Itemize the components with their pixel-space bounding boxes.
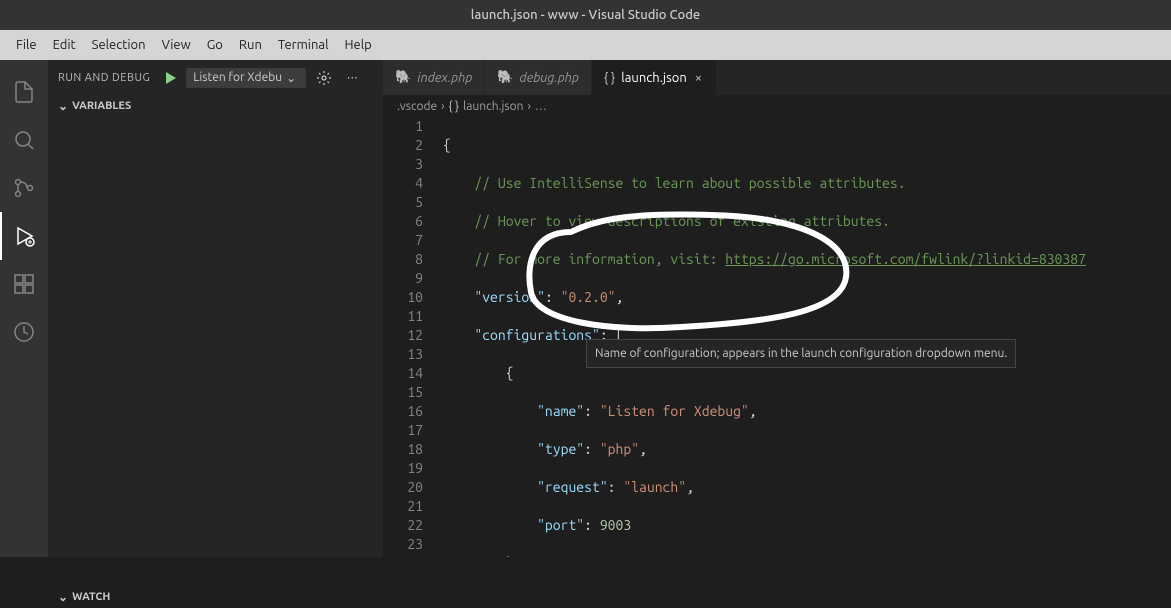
chevron-right-icon: › [528,100,531,113]
tab-index-php[interactable]: 🐘 index.php [383,60,485,95]
menu-go[interactable]: Go [199,34,231,56]
debug-config-label: Listen for Xdebu [193,71,282,84]
tab-label: debug.php [519,71,578,85]
code-content[interactable]: { // Use IntelliSense to learn about pos… [443,117,1171,557]
watch-panel: ⌄ WATCH [48,586,383,608]
menu-selection[interactable]: Selection [84,34,154,56]
watch-label: WATCH [72,591,110,603]
sidebar: RUN AND DEBUG Listen for Xdebu ⌄ ⋯ ⌄ VAR… [48,60,383,557]
php-icon: 🐘 [395,70,411,85]
close-icon[interactable]: × [693,71,704,85]
json-icon: { } [449,100,460,113]
tab-label: launch.json [621,71,686,85]
breadcrumb[interactable]: .vscode › { } launch.json › … [383,95,1171,117]
breadcrumb-folder[interactable]: .vscode [397,100,437,113]
tab-debug-php[interactable]: 🐘 debug.php [485,60,592,95]
variables-header[interactable]: ⌄ VARIABLES [48,95,383,117]
tabbar: 🐘 index.php 🐘 debug.php { } launch.json … [383,60,1171,95]
code-area[interactable]: 123 456 789 101112 131415 161718 192021 … [383,117,1171,557]
variables-panel: ⌄ VARIABLES [48,95,383,117]
menu-edit[interactable]: Edit [45,34,84,56]
chevron-down-icon: ⌄ [286,71,296,85]
chevron-down-icon: ⌄ [58,99,68,113]
sidebar-title: RUN AND DEBUG [58,72,150,84]
menu-help[interactable]: Help [336,34,379,56]
menu-file[interactable]: File [8,34,45,56]
line-numbers: 123 456 789 101112 131415 161718 192021 … [383,117,443,557]
activitybar [0,60,48,557]
window-title: launch.json - www - Visual Studio Code [471,8,700,22]
source-control-icon[interactable] [0,164,48,212]
debug-header: RUN AND DEBUG Listen for Xdebu ⌄ ⋯ [48,60,383,95]
php-icon: 🐘 [497,70,513,85]
tab-label: index.php [417,71,472,85]
remote-icon[interactable] [0,308,48,356]
menu-terminal[interactable]: Terminal [270,34,337,56]
menu-view[interactable]: View [154,34,199,56]
extensions-icon[interactable] [0,260,48,308]
editor: 🐘 index.php 🐘 debug.php { } launch.json … [383,60,1171,557]
titlebar: launch.json - www - Visual Studio Code [0,0,1171,30]
menu-run[interactable]: Run [231,34,270,56]
search-icon[interactable] [0,116,48,164]
json-icon: { } [604,71,615,85]
breadcrumb-file[interactable]: launch.json [463,100,523,113]
chevron-right-icon: › [441,100,444,113]
more-icon[interactable]: ⋯ [342,68,362,88]
hover-tooltip: Name of configuration; appears in the la… [586,339,1016,368]
variables-label: VARIABLES [72,100,131,112]
tab-launch-json[interactable]: { } launch.json × [592,60,717,95]
run-debug-icon[interactable] [0,212,48,260]
start-debug-button[interactable] [162,70,178,86]
menubar: File Edit Selection View Go Run Terminal… [0,30,1171,60]
watch-header[interactable]: ⌄ WATCH [48,586,383,608]
explorer-icon[interactable] [0,68,48,116]
debug-config-select[interactable]: Listen for Xdebu ⌄ [186,68,306,88]
chevron-down-icon: ⌄ [58,590,68,604]
gear-icon[interactable] [314,68,334,88]
breadcrumb-rest[interactable]: … [535,100,547,113]
